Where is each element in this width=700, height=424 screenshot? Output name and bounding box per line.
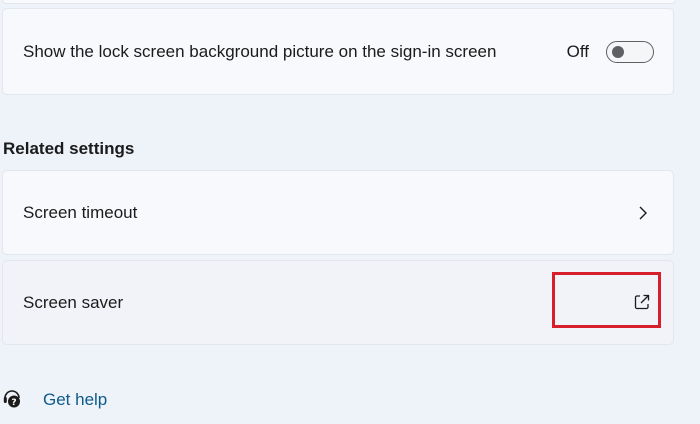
previous-card-edge bbox=[2, 0, 676, 4]
lock-screen-signin-label: Show the lock screen background picture … bbox=[23, 41, 497, 61]
lock-screen-signin-toggle[interactable] bbox=[606, 40, 654, 63]
toggle-knob bbox=[612, 45, 624, 58]
get-help-link[interactable]: Get help bbox=[43, 390, 107, 410]
svg-text:?: ? bbox=[11, 398, 16, 408]
related-settings-heading: Related settings bbox=[3, 139, 135, 158]
screen-saver-highlight bbox=[552, 272, 661, 328]
toggle-state-label: Off bbox=[566, 41, 589, 61]
screen-saver-label: Screen saver bbox=[23, 292, 124, 312]
chevron-right-icon bbox=[639, 206, 647, 219]
lock-screen-signin-setting: Show the lock screen background picture … bbox=[2, 8, 674, 95]
help-headset-icon: ? bbox=[3, 390, 20, 408]
screen-timeout-item[interactable]: Screen timeout bbox=[2, 170, 674, 255]
screen-timeout-label: Screen timeout bbox=[23, 202, 138, 222]
